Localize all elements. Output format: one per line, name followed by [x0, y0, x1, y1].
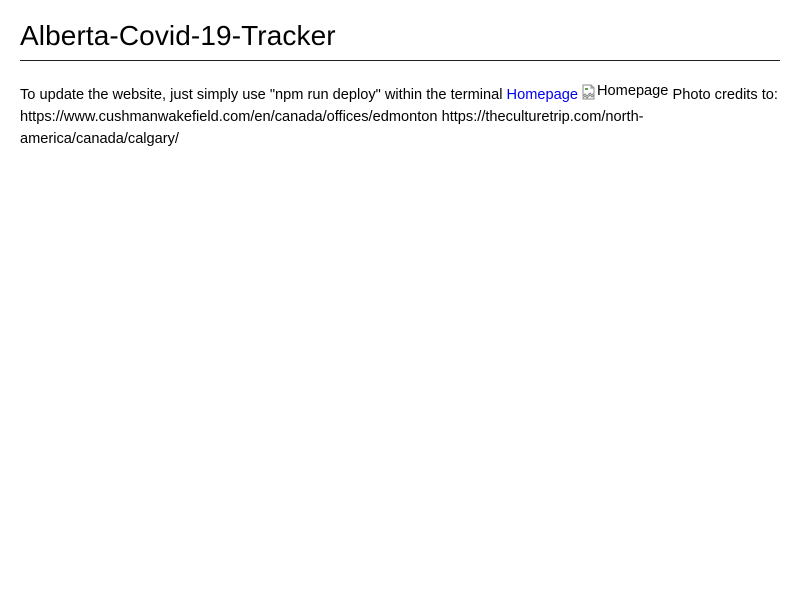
- readme-content: To update the website, just simply use "…: [20, 80, 780, 150]
- deploy-instructions: To update the website, just simply use "…: [20, 87, 503, 103]
- readme-page: Alberta-Covid-19-Tracker To update the w…: [0, 0, 800, 600]
- broken-image-icon: [582, 84, 595, 100]
- credit-url-edmonton: https://www.cushmanwakefield.com/en/cana…: [20, 109, 438, 125]
- photo-credits-label: Photo credits to:: [672, 87, 778, 103]
- homepage-image-alt-text: Homepage: [597, 83, 669, 99]
- homepage-image[interactable]: Homepage: [582, 80, 668, 102]
- page-title: Alberta-Covid-19-Tracker: [20, 20, 336, 51]
- title-divider: [20, 60, 780, 61]
- homepage-link[interactable]: Homepage: [507, 87, 578, 103]
